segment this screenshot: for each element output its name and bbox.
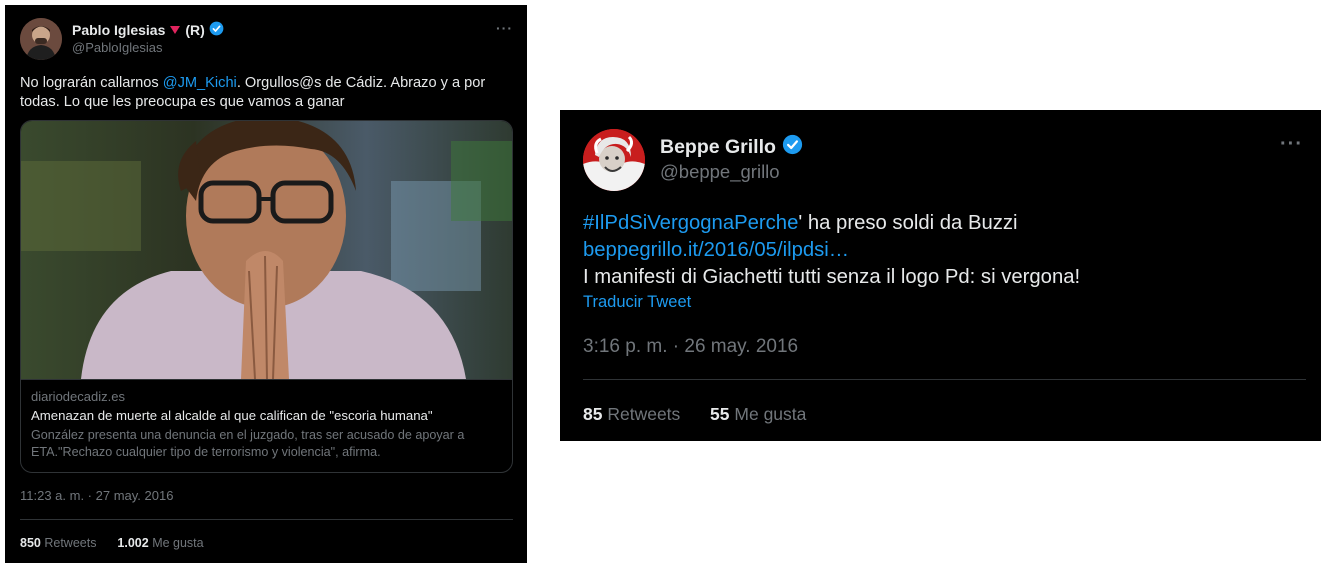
author-name-line[interactable]: Pablo Iglesias (R) <box>72 21 224 39</box>
tweet-timestamp[interactable]: 11:23 a. m. · 27 may. 2016 <box>20 488 173 503</box>
tweet-timestamp[interactable]: 3:16 p. m. · 26 may. 2016 <box>583 336 798 358</box>
verified-badge-icon <box>782 134 803 161</box>
tweet-pablo-iglesias[interactable]: Pablo Iglesias (R) @PabloIglesias ··· No… <box>5 5 527 563</box>
more-options-icon[interactable]: ··· <box>1280 133 1303 156</box>
verified-badge-icon <box>209 21 224 39</box>
likes-count: 1.002 <box>117 536 149 550</box>
retweets-stat[interactable]: 850 Retweets <box>20 536 96 550</box>
author-name[interactable]: Pablo Iglesias <box>72 22 165 38</box>
translate-tweet-link[interactable]: Traducir Tweet <box>583 293 691 312</box>
retweets-label: Retweets <box>44 536 97 550</box>
retweets-stat[interactable]: 85 Retweets <box>583 404 680 424</box>
card-body[interactable]: diariodecadiz.es Amenazan de muerte al a… <box>21 379 512 472</box>
card-domain: diariodecadiz.es <box>31 389 125 404</box>
tweet-text-line: beppegrillo.it/2016/05/ilpdsi… <box>583 237 1303 264</box>
tweet-text: #IlPdSiVergognaPerche' ha preso soldi da… <box>583 210 1303 291</box>
tweet-text-line: I manifesti di Giachetti tutti senza il … <box>583 266 1081 288</box>
retweets-label: Retweets <box>607 404 681 424</box>
author-name-line[interactable]: Beppe Grillo <box>660 134 803 161</box>
url-link[interactable]: beppegrillo.it/2016/05/ilpdsi… <box>583 239 849 261</box>
avatar[interactable] <box>20 18 62 60</box>
likes-label: Me gusta <box>734 404 807 424</box>
engagement-stats: 85 Retweets 55 Me gusta <box>583 404 806 425</box>
author-name-suffix: (R) <box>185 22 205 38</box>
likes-stat[interactable]: 1.002 Me gusta <box>117 536 203 550</box>
author-name[interactable]: Beppe Grillo <box>660 136 776 159</box>
card-description: González presenta una denuncia en el juz… <box>31 428 465 459</box>
tweet-text-part: ' ha preso soldi da Buzzi <box>798 212 1018 234</box>
author-handle[interactable]: @beppe_grillo <box>660 161 780 183</box>
tweet-text-part: No lograrán callarnos <box>20 75 163 91</box>
more-options-icon[interactable]: ··· <box>496 20 513 36</box>
divider <box>583 379 1306 380</box>
likes-label: Me gusta <box>152 536 204 550</box>
tweet-text-line: #IlPdSiVergognaPerche' ha preso soldi da… <box>583 210 1303 237</box>
link-card[interactable]: diariodecadiz.es Amenazan de muerte al a… <box>20 120 513 473</box>
hashtag-link[interactable]: #IlPdSiVergognaPerche <box>583 212 798 234</box>
divider <box>20 519 513 520</box>
mention-link[interactable]: @JM_Kichi <box>163 75 237 91</box>
tweet-beppe-grillo[interactable]: Beppe Grillo @beppe_grillo ··· #IlPdSiVe… <box>560 110 1321 441</box>
author-handle[interactable]: @PabloIglesias <box>72 40 163 55</box>
avatar[interactable] <box>583 129 645 191</box>
likes-stat[interactable]: 55 Me gusta <box>710 404 806 424</box>
card-image[interactable] <box>21 121 512 380</box>
retweets-count: 85 <box>583 404 603 424</box>
engagement-stats: 850 Retweets 1.002 Me gusta <box>20 536 204 550</box>
tweet-text: No lograrán callarnos @JM_Kichi. Orgullo… <box>20 74 510 112</box>
retweets-count: 850 <box>20 536 41 550</box>
red-triangle-icon <box>169 22 181 38</box>
card-title: Amenazan de muerte al alcalde al que cal… <box>31 408 433 423</box>
likes-count: 55 <box>710 404 730 424</box>
